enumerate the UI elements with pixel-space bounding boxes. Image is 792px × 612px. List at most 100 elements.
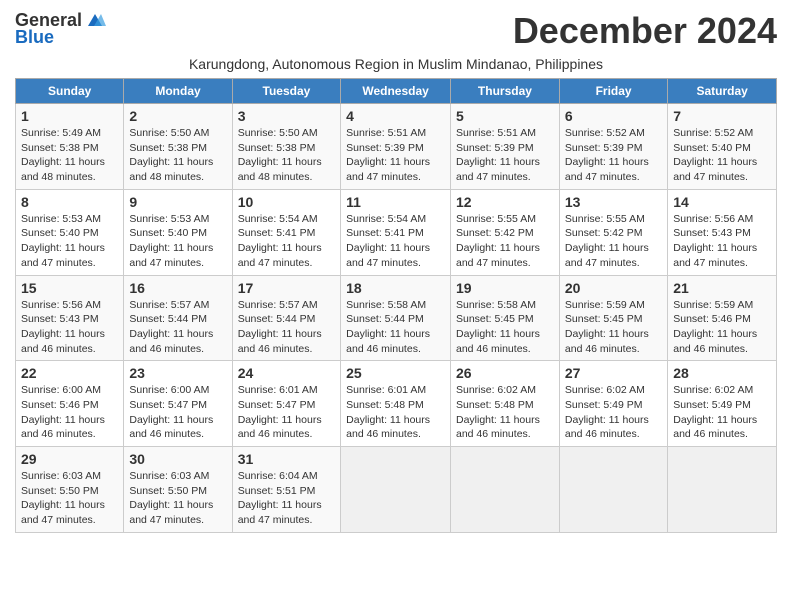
calendar-cell <box>668 447 777 533</box>
day-number: 1 <box>21 108 118 124</box>
calendar-cell: 23 Sunrise: 6:00 AMSunset: 5:47 PMDayligh… <box>124 361 232 447</box>
calendar-cell: 11 Sunrise: 5:54 AMSunset: 5:41 PMDayligh… <box>341 189 451 275</box>
day-number: 26 <box>456 365 554 381</box>
day-info: Sunrise: 5:54 AMSunset: 5:41 PMDaylight:… <box>238 212 335 271</box>
day-number: 3 <box>238 108 335 124</box>
day-info: Sunrise: 5:53 AMSunset: 5:40 PMDaylight:… <box>21 212 118 271</box>
day-info: Sunrise: 5:57 AMSunset: 5:44 PMDaylight:… <box>238 298 335 357</box>
day-info: Sunrise: 5:56 AMSunset: 5:43 PMDaylight:… <box>673 212 771 271</box>
calendar-cell: 3 Sunrise: 5:50 AMSunset: 5:38 PMDaylight… <box>232 104 340 190</box>
day-number: 14 <box>673 194 771 210</box>
day-info: Sunrise: 6:01 AMSunset: 5:47 PMDaylight:… <box>238 383 335 442</box>
day-number: 17 <box>238 280 335 296</box>
day-number: 10 <box>238 194 335 210</box>
day-of-week-friday: Friday <box>559 79 667 104</box>
day-number: 21 <box>673 280 771 296</box>
calendar-cell <box>450 447 559 533</box>
day-info: Sunrise: 5:58 AMSunset: 5:44 PMDaylight:… <box>346 298 445 357</box>
calendar-cell: 21 Sunrise: 5:59 AMSunset: 5:46 PMDayligh… <box>668 275 777 361</box>
subtitle: Karungdong, Autonomous Region in Muslim … <box>15 56 777 72</box>
day-info: Sunrise: 6:03 AMSunset: 5:50 PMDaylight:… <box>129 469 226 528</box>
day-of-week-wednesday: Wednesday <box>341 79 451 104</box>
calendar-cell: 8 Sunrise: 5:53 AMSunset: 5:40 PMDaylight… <box>16 189 124 275</box>
day-info: Sunrise: 5:49 AMSunset: 5:38 PMDaylight:… <box>21 126 118 185</box>
day-number: 16 <box>129 280 226 296</box>
day-info: Sunrise: 5:50 AMSunset: 5:38 PMDaylight:… <box>238 126 335 185</box>
calendar-cell: 31 Sunrise: 6:04 AMSunset: 5:51 PMDayligh… <box>232 447 340 533</box>
day-info: Sunrise: 6:04 AMSunset: 5:51 PMDaylight:… <box>238 469 335 528</box>
day-number: 30 <box>129 451 226 467</box>
day-info: Sunrise: 5:56 AMSunset: 5:43 PMDaylight:… <box>21 298 118 357</box>
day-number: 24 <box>238 365 335 381</box>
calendar-cell: 22Sunrise: 6:00 AMSunset: 5:46 PMDayligh… <box>16 361 124 447</box>
day-number: 5 <box>456 108 554 124</box>
calendar-week-row: 8 Sunrise: 5:53 AMSunset: 5:40 PMDaylight… <box>16 189 777 275</box>
calendar-cell: 30 Sunrise: 6:03 AMSunset: 5:50 PMDayligh… <box>124 447 232 533</box>
calendar-cell: 25Sunrise: 6:01 AMSunset: 5:48 PMDayligh… <box>341 361 451 447</box>
day-info: Sunrise: 6:02 AMSunset: 5:49 PMDaylight:… <box>565 383 662 442</box>
day-info: Sunrise: 5:58 AMSunset: 5:45 PMDaylight:… <box>456 298 554 357</box>
day-info: Sunrise: 5:57 AMSunset: 5:44 PMDaylight:… <box>129 298 226 357</box>
calendar-table: SundayMondayTuesdayWednesdayThursdayFrid… <box>15 78 777 533</box>
month-title: December 2024 <box>513 10 777 52</box>
calendar-cell: 9 Sunrise: 5:53 AMSunset: 5:40 PMDaylight… <box>124 189 232 275</box>
calendar-cell <box>341 447 451 533</box>
logo-icon <box>84 12 106 30</box>
calendar-cell: 13Sunrise: 5:55 AMSunset: 5:42 PMDayligh… <box>559 189 667 275</box>
day-number: 28 <box>673 365 771 381</box>
day-number: 31 <box>238 451 335 467</box>
day-info: Sunrise: 5:50 AMSunset: 5:38 PMDaylight:… <box>129 126 226 185</box>
day-info: Sunrise: 5:59 AMSunset: 5:46 PMDaylight:… <box>673 298 771 357</box>
day-info: Sunrise: 5:51 AMSunset: 5:39 PMDaylight:… <box>346 126 445 185</box>
day-info: Sunrise: 5:51 AMSunset: 5:39 PMDaylight:… <box>456 126 554 185</box>
calendar-week-row: 22Sunrise: 6:00 AMSunset: 5:46 PMDayligh… <box>16 361 777 447</box>
calendar-cell: 12 Sunrise: 5:55 AMSunset: 5:42 PMDayligh… <box>450 189 559 275</box>
day-number: 18 <box>346 280 445 296</box>
calendar-cell: 19 Sunrise: 5:58 AMSunset: 5:45 PMDayligh… <box>450 275 559 361</box>
day-of-week-thursday: Thursday <box>450 79 559 104</box>
day-number: 9 <box>129 194 226 210</box>
calendar-cell: 29Sunrise: 6:03 AMSunset: 5:50 PMDayligh… <box>16 447 124 533</box>
calendar-cell: 14 Sunrise: 5:56 AMSunset: 5:43 PMDayligh… <box>668 189 777 275</box>
day-info: Sunrise: 5:55 AMSunset: 5:42 PMDaylight:… <box>456 212 554 271</box>
calendar-cell: 16 Sunrise: 5:57 AMSunset: 5:44 PMDayligh… <box>124 275 232 361</box>
day-number: 13 <box>565 194 662 210</box>
day-info: Sunrise: 5:53 AMSunset: 5:40 PMDaylight:… <box>129 212 226 271</box>
calendar-cell: 7 Sunrise: 5:52 AMSunset: 5:40 PMDaylight… <box>668 104 777 190</box>
calendar-cell <box>559 447 667 533</box>
day-of-week-monday: Monday <box>124 79 232 104</box>
calendar-cell: 10 Sunrise: 5:54 AMSunset: 5:41 PMDayligh… <box>232 189 340 275</box>
day-number: 11 <box>346 194 445 210</box>
day-number: 22 <box>21 365 118 381</box>
day-number: 4 <box>346 108 445 124</box>
calendar-cell: 5 Sunrise: 5:51 AMSunset: 5:39 PMDaylight… <box>450 104 559 190</box>
day-number: 27 <box>565 365 662 381</box>
calendar-cell: 26Sunrise: 6:02 AMSunset: 5:48 PMDayligh… <box>450 361 559 447</box>
day-number: 7 <box>673 108 771 124</box>
logo-blue: Blue <box>15 27 54 48</box>
day-info: Sunrise: 6:00 AMSunset: 5:47 PMDaylight:… <box>129 383 226 442</box>
calendar-cell: 24 Sunrise: 6:01 AMSunset: 5:47 PMDayligh… <box>232 361 340 447</box>
calendar-cell: 27 Sunrise: 6:02 AMSunset: 5:49 PMDayligh… <box>559 361 667 447</box>
day-info: Sunrise: 6:03 AMSunset: 5:50 PMDaylight:… <box>21 469 118 528</box>
day-number: 23 <box>129 365 226 381</box>
day-info: Sunrise: 5:54 AMSunset: 5:41 PMDaylight:… <box>346 212 445 271</box>
day-of-week-tuesday: Tuesday <box>232 79 340 104</box>
calendar-week-row: 1 Sunrise: 5:49 AMSunset: 5:38 PMDaylight… <box>16 104 777 190</box>
day-number: 15 <box>21 280 118 296</box>
logo: General Blue <box>15 10 106 48</box>
day-number: 20 <box>565 280 662 296</box>
calendar-cell: 15 Sunrise: 5:56 AMSunset: 5:43 PMDayligh… <box>16 275 124 361</box>
calendar-cell: 1 Sunrise: 5:49 AMSunset: 5:38 PMDaylight… <box>16 104 124 190</box>
calendar-cell: 28Sunrise: 6:02 AMSunset: 5:49 PMDayligh… <box>668 361 777 447</box>
day-number: 8 <box>21 194 118 210</box>
day-info: Sunrise: 5:52 AMSunset: 5:40 PMDaylight:… <box>673 126 771 185</box>
calendar-cell: 4 Sunrise: 5:51 AMSunset: 5:39 PMDaylight… <box>341 104 451 190</box>
day-info: Sunrise: 6:01 AMSunset: 5:48 PMDaylight:… <box>346 383 445 442</box>
calendar-cell: 6Sunrise: 5:52 AMSunset: 5:39 PMDaylight… <box>559 104 667 190</box>
day-number: 19 <box>456 280 554 296</box>
day-info: Sunrise: 5:52 AMSunset: 5:39 PMDaylight:… <box>565 126 662 185</box>
calendar-cell: 20Sunrise: 5:59 AMSunset: 5:45 PMDayligh… <box>559 275 667 361</box>
day-number: 12 <box>456 194 554 210</box>
calendar-cell: 2Sunrise: 5:50 AMSunset: 5:38 PMDaylight… <box>124 104 232 190</box>
